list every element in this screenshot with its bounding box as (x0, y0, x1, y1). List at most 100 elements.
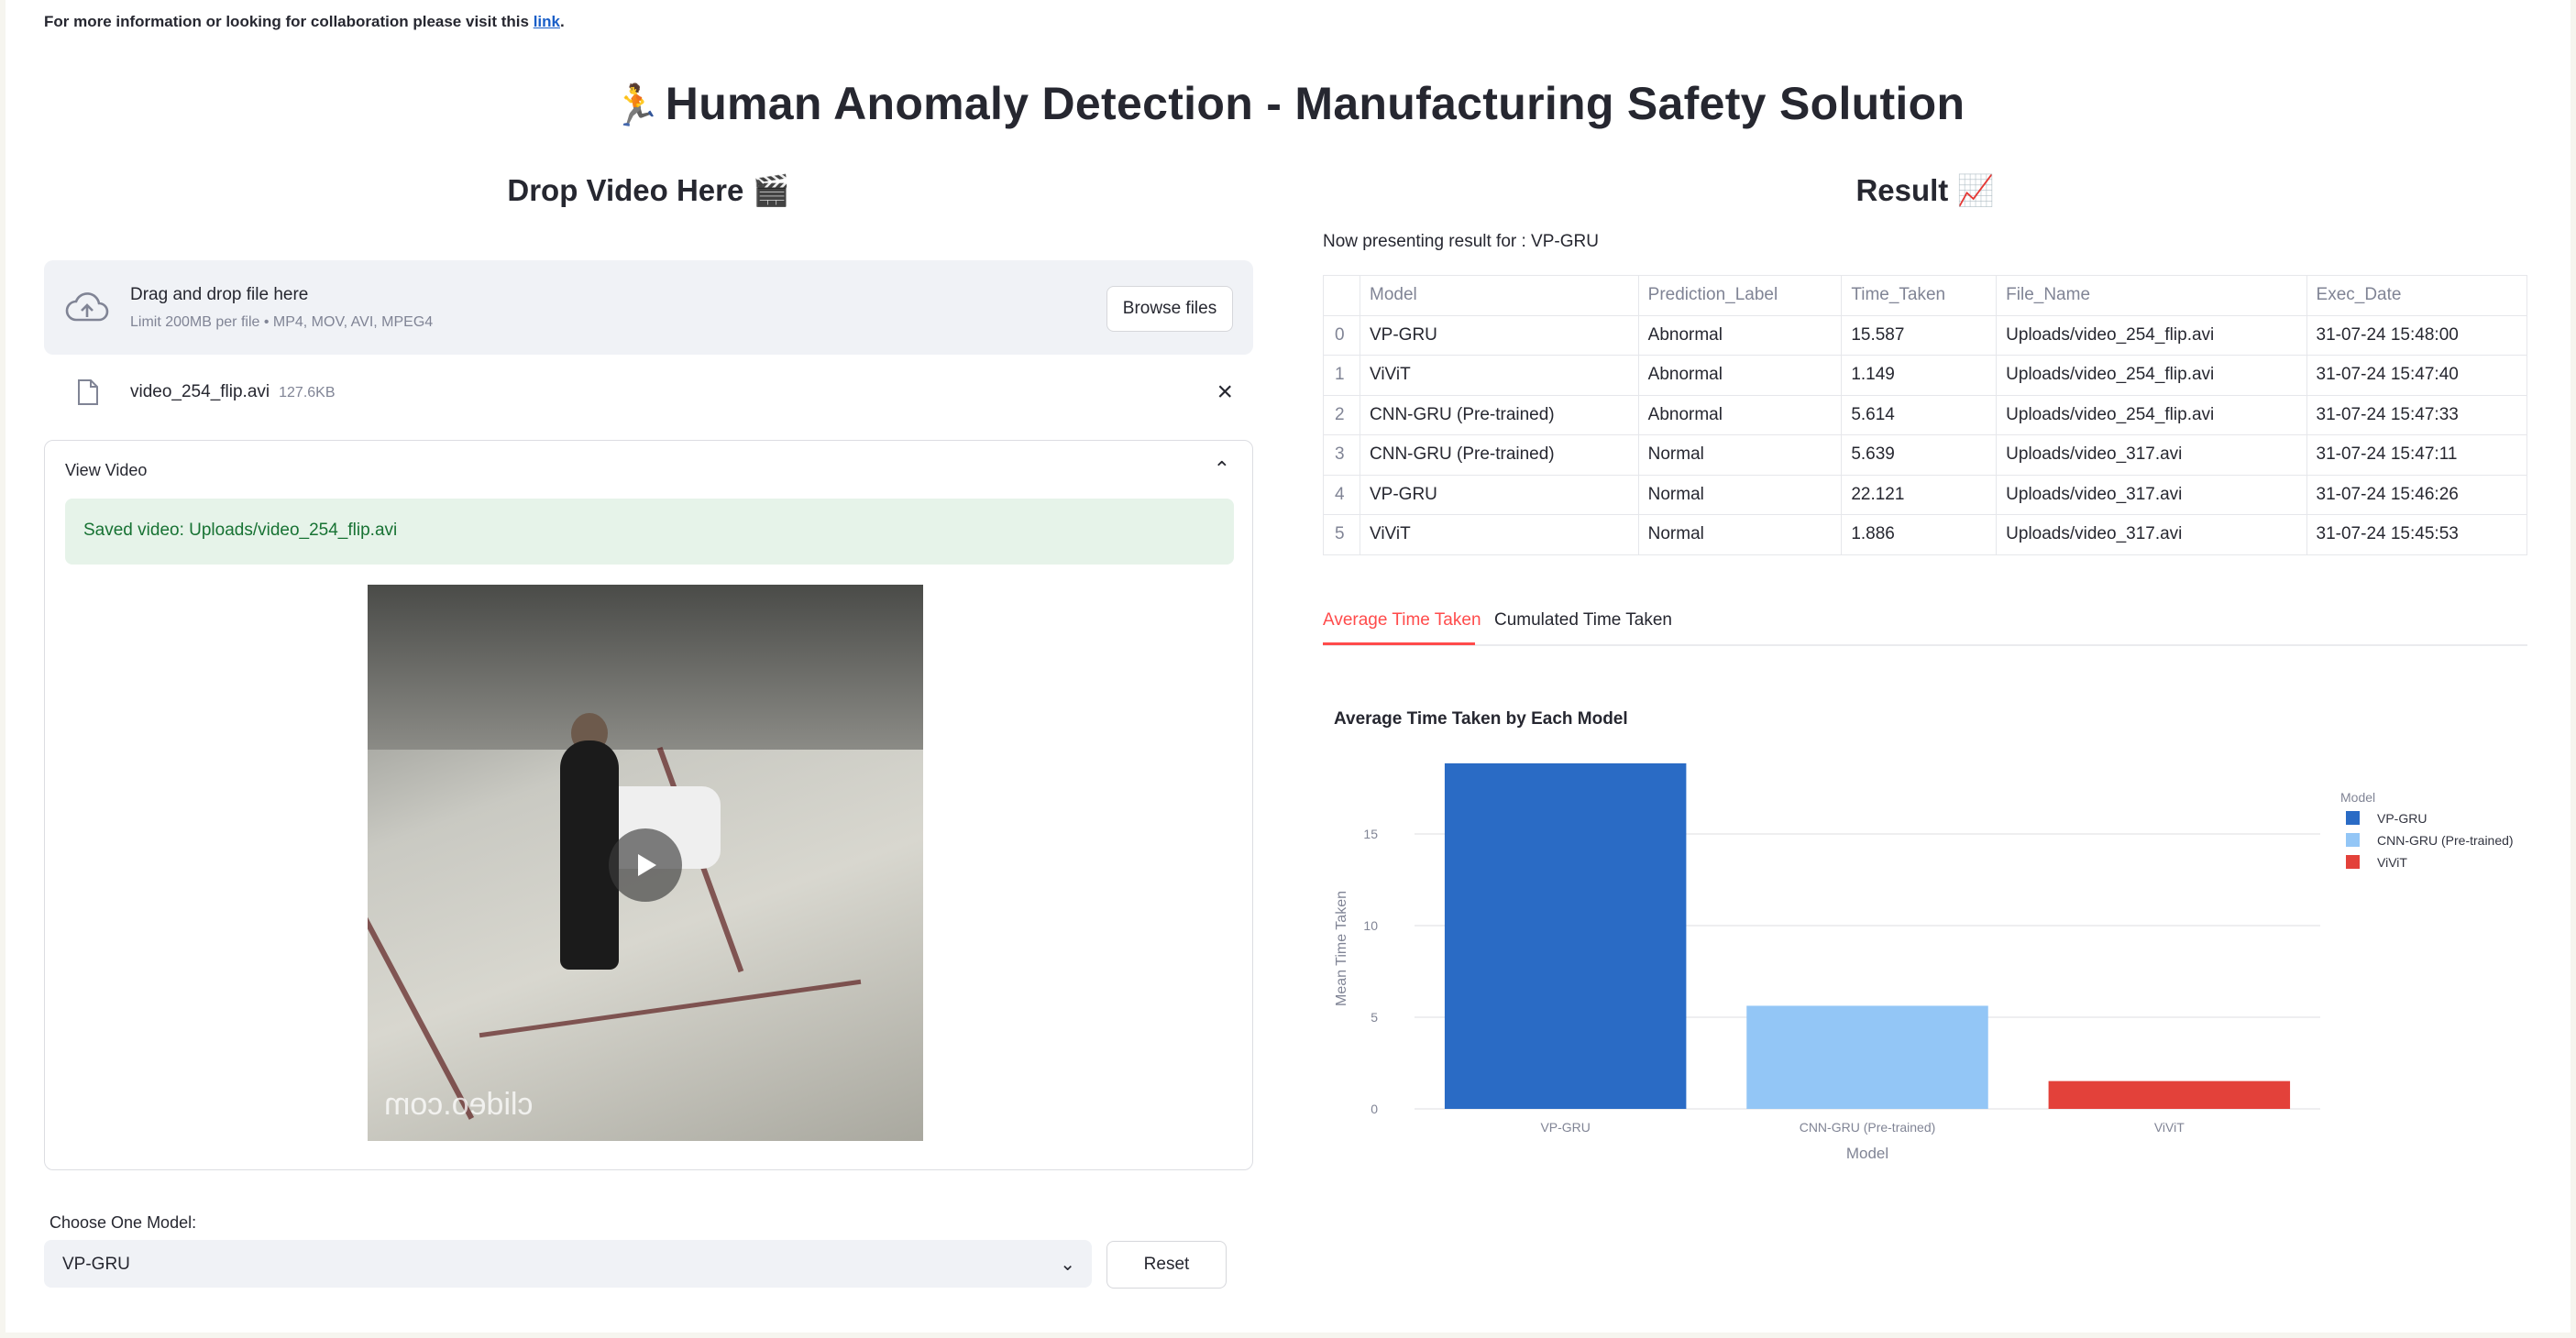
column-header[interactable]: Time_Taken (1841, 275, 1998, 316)
presenting-text: Now presenting result for : VP-GRU (1323, 232, 1599, 251)
table-cell: ViViT (1360, 514, 1639, 555)
table-cell: Uploads/video_254_flip.avi (1996, 314, 2307, 356)
table-cell: Uploads/video_317.avi (1996, 434, 2307, 476)
legend-swatch (2346, 811, 2360, 825)
legend-title: Model (2340, 790, 2375, 805)
video-frame-wall (368, 585, 923, 750)
result-heading-text: Result (1855, 173, 1949, 207)
collaboration-link[interactable]: link (534, 13, 560, 30)
row-index: 1 (1323, 355, 1360, 396)
drop-video-heading: Drop Video Here 🎬 (44, 172, 1253, 209)
bar (2048, 1080, 2291, 1109)
table-row: 4 VP-GRU Normal 22.121 Uploads/video_317… (1323, 474, 2528, 515)
row-index: 3 (1323, 434, 1360, 476)
clapper-icon: 🎬 (752, 172, 790, 208)
remove-file-icon[interactable]: × (1216, 377, 1233, 408)
x-tick-label: VP-GRU (1540, 1120, 1590, 1135)
info-note-end: . (559, 13, 565, 30)
play-icon[interactable] (609, 828, 682, 902)
chevron-down-icon[interactable]: ⌄ (1060, 1253, 1075, 1276)
table-cell: CNN-GRU (Pre-trained) (1360, 434, 1639, 476)
video-player[interactable]: clideo.com (368, 585, 923, 1141)
drop-video-heading-text: Drop Video Here (507, 173, 744, 207)
runner-icon: 🏃 (611, 82, 662, 129)
y-tick-label: 5 (1371, 1010, 1378, 1025)
results-table: Model Prediction_Label Time_Taken File_N… (1323, 275, 2528, 555)
table-cell: 31-07-24 15:47:40 (2306, 355, 2528, 396)
table-cell: 31-07-24 15:47:33 (2306, 394, 2528, 435)
page-title: 🏃Human Anomaly Detection - Manufacturing… (6, 77, 2570, 130)
table-cell: 1.149 (1841, 355, 1998, 396)
legend-swatch (2346, 855, 2360, 869)
success-alert: Saved video: Uploads/video_254_flip.avi (65, 499, 1234, 565)
uploaded-file: video_254_flip.avi 127.6KB × (44, 371, 1253, 417)
y-tick-label: 0 (1371, 1102, 1378, 1116)
legend-entry: VP-GRU (2377, 811, 2427, 826)
table-row: 1 ViViT Abnormal 1.149 Uploads/video_254… (1323, 355, 2528, 396)
view-video-expander: View Video ⌃ Saved video: Uploads/video_… (44, 440, 1253, 1170)
table-cell: Uploads/video_317.avi (1996, 474, 2307, 515)
x-axis-label: Model (1846, 1145, 1888, 1162)
table-row: 5 ViViT Normal 1.886 Uploads/video_317.a… (1323, 514, 2528, 555)
file-name-text: video_254_flip.avi (130, 382, 270, 401)
legend-entry: ViViT (2377, 855, 2407, 870)
row-index: 4 (1323, 474, 1360, 515)
table-cell: Uploads/video_254_flip.avi (1996, 394, 2307, 435)
result-heading: Result 📈 (1323, 172, 2527, 209)
bar (1444, 762, 1687, 1109)
table-cell: 22.121 (1841, 474, 1998, 515)
table-row: 2 CNN-GRU (Pre-trained) Abnormal 5.614 U… (1323, 394, 2528, 435)
legend-entry: CNN-GRU (Pre-trained) (2377, 833, 2514, 848)
average-time-chart: Average Time Taken by Each Model 0 5 10 15 VP… (1334, 709, 2514, 1162)
table-cell: 31-07-24 15:45:53 (2306, 514, 2528, 555)
cloud-upload-icon (65, 292, 109, 322)
table-cell: 31-07-24 15:48:00 (2306, 314, 2528, 356)
video-floor-line (368, 874, 475, 1120)
column-header[interactable]: Exec_Date (2306, 275, 2528, 316)
table-cell: 15.587 (1841, 314, 1998, 356)
table-cell: ViViT (1360, 355, 1639, 396)
chart-increasing-icon: 📈 (1956, 172, 1995, 208)
table-cell: Abnormal (1637, 314, 1843, 356)
model-select-value: VP-GRU (62, 1255, 130, 1274)
row-index: 0 (1323, 314, 1360, 356)
expander-label[interactable]: View Video (65, 461, 147, 480)
file-icon (78, 379, 98, 405)
table-cell: Uploads/video_254_flip.avi (1996, 355, 2307, 396)
column-header[interactable]: Model (1360, 275, 1639, 316)
table-cell: Abnormal (1637, 394, 1843, 435)
table-row: 0 VP-GRU Abnormal 15.587 Uploads/video_2… (1323, 314, 2528, 356)
column-header[interactable]: Prediction_Label (1637, 275, 1843, 316)
table-cell: Normal (1637, 474, 1843, 515)
table-cell: 1.886 (1841, 514, 1998, 555)
x-tick-label: CNN-GRU (Pre-trained) (1800, 1120, 1936, 1135)
table-cell: 5.639 (1841, 434, 1998, 476)
video-watermark: clideo.com (384, 1087, 534, 1122)
x-tick-label: ViViT (2154, 1120, 2185, 1135)
file-dropzone[interactable]: Drag and drop file here Limit 200MB per … (44, 260, 1253, 355)
table-cell: Abnormal (1637, 355, 1843, 396)
table-cell: CNN-GRU (Pre-trained) (1360, 394, 1639, 435)
tab-cumulated-time[interactable]: Cumulated Time Taken (1494, 610, 1672, 631)
dropzone-title: Drag and drop file here (130, 285, 309, 304)
result-tabs: Average Time Taken Cumulated Time Taken (1323, 605, 2527, 646)
y-tick-label: 15 (1363, 827, 1378, 841)
table-cell: VP-GRU (1360, 474, 1639, 515)
column-header[interactable]: File_Name (1996, 275, 2307, 316)
table-cell: 31-07-24 15:46:26 (2306, 474, 2528, 515)
tab-average-time[interactable]: Average Time Taken (1323, 610, 1481, 631)
reset-button[interactable]: Reset (1106, 1241, 1227, 1289)
file-name: video_254_flip.avi 127.6KB (130, 382, 336, 402)
bar (1746, 1005, 1988, 1109)
legend-swatch (2346, 833, 2360, 847)
chevron-up-icon[interactable]: ⌃ (1214, 457, 1230, 481)
index-header (1323, 275, 1360, 316)
browse-files-button[interactable]: Browse files (1106, 286, 1233, 332)
chart-title: Average Time Taken by Each Model (1334, 709, 1628, 729)
table-cell: 31-07-24 15:47:11 (2306, 434, 2528, 476)
page-title-text: Human Anomaly Detection - Manufacturing … (665, 78, 1965, 129)
info-note-text: For more information or looking for coll… (44, 13, 534, 30)
dropzone-limits: Limit 200MB per file • MP4, MOV, AVI, MP… (130, 314, 434, 330)
file-size: 127.6KB (279, 385, 336, 400)
model-select[interactable]: VP-GRU ⌄ (44, 1240, 1092, 1288)
